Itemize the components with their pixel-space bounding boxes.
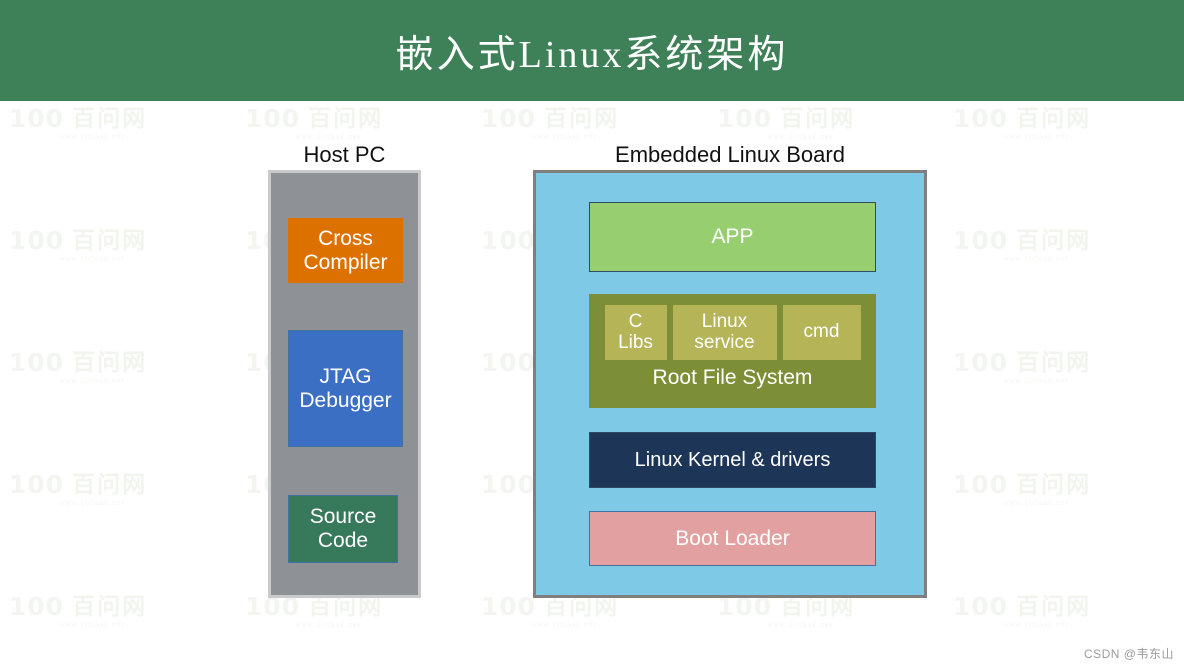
source-code-label-line1: Source bbox=[309, 505, 377, 529]
linux-service-block: Linux service bbox=[672, 305, 777, 360]
cmd-block: cmd bbox=[782, 305, 861, 360]
app-label: APP bbox=[711, 225, 754, 249]
linux-kernel-drivers-label: Linux Kernel & drivers bbox=[634, 448, 831, 471]
cross-compiler-block: Cross Compiler bbox=[288, 218, 403, 283]
root-file-system-subblocks: C Libs Linux service cmd bbox=[589, 305, 876, 360]
embedded-board-caption: Embedded Linux Board bbox=[615, 142, 845, 167]
host-pc-caption: Host PC bbox=[303, 142, 386, 167]
jtag-debugger-label-line2: Debugger bbox=[299, 388, 392, 412]
linux-kernel-drivers-block: Linux Kernel & drivers bbox=[589, 432, 876, 488]
c-libs-label-line2: Libs bbox=[618, 331, 653, 353]
linux-service-label-line1: Linux bbox=[701, 310, 748, 332]
title-banner: 嵌入式Linux系统架构 bbox=[0, 0, 1184, 101]
cross-compiler-label-line2: Compiler bbox=[303, 250, 388, 274]
page-title: 嵌入式Linux系统架构 bbox=[395, 34, 789, 76]
boot-loader-block: Boot Loader bbox=[589, 511, 876, 566]
cmd-label: cmd bbox=[803, 321, 840, 343]
boot-loader-label: Boot Loader bbox=[675, 526, 790, 550]
root-file-system-block: C Libs Linux service cmd Root File Syste… bbox=[589, 294, 876, 408]
csdn-credit: CSDN @韦东山 bbox=[1083, 647, 1174, 661]
jtag-debugger-label-line1: JTAG bbox=[319, 364, 372, 388]
source-code-block: Source Code bbox=[288, 495, 398, 563]
source-code-label-line2: Code bbox=[317, 529, 369, 552]
linux-service-label-line2: service bbox=[694, 331, 755, 353]
root-file-system-label: Root File System bbox=[652, 366, 813, 389]
jtag-debugger-block: JTAG Debugger bbox=[288, 330, 403, 447]
cross-compiler-label-line1: Cross bbox=[318, 226, 373, 250]
c-libs-label-line1: C bbox=[628, 310, 643, 332]
c-libs-block: C Libs bbox=[604, 305, 667, 360]
app-block: APP bbox=[589, 202, 876, 272]
